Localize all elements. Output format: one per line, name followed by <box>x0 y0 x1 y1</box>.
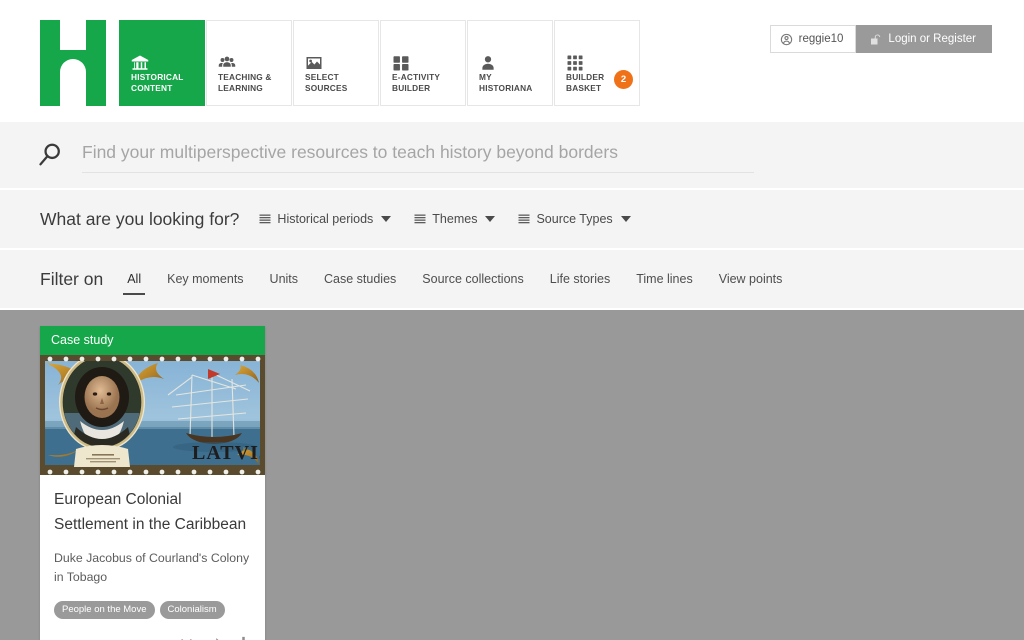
user-circle-icon <box>780 33 793 46</box>
search-icon <box>37 142 63 168</box>
filter-tab-units[interactable]: Units <box>270 272 298 295</box>
card-title: European Colonial Settlement in the Cari… <box>54 491 247 533</box>
user-account-area: reggie10 Login or Register <box>769 25 992 53</box>
login-register-button[interactable]: Login or Register <box>856 25 992 53</box>
nav-tile-label: SELECT SOURCES <box>305 72 348 93</box>
user-icon <box>479 54 497 72</box>
list-icon <box>518 213 530 225</box>
dropdown-label: Themes <box>432 212 478 226</box>
dropdown-themes[interactable]: Themes <box>414 212 496 226</box>
card-subtitle: Duke Jacobus of Courland's Colony in Tob… <box>54 550 250 584</box>
tag-people-on-the-move[interactable]: People on the Move <box>54 600 155 619</box>
image-icon <box>305 54 323 72</box>
filter-tab-life-stories[interactable]: Life stories <box>550 272 610 295</box>
filter-tab-case-studies[interactable]: Case studies <box>324 272 396 295</box>
nav-tile-label: HISTORICAL CONTENT <box>131 72 184 93</box>
nav-tile-select-sources[interactable]: SELECT SOURCES <box>293 20 379 106</box>
card-thumbnail[interactable]: LATVIJA <box>40 355 265 475</box>
nav-tile-my-historiana[interactable]: MY HISTORIANA <box>467 20 553 106</box>
people-group-icon <box>218 54 236 72</box>
dropdown-label: Source Types <box>536 212 613 226</box>
builder-basket-count-badge: 2 <box>614 70 633 89</box>
nav-tile-historical-content[interactable]: HISTORICAL CONTENT <box>119 20 205 106</box>
unlock-icon <box>869 33 881 46</box>
nav-tile-builder-basket[interactable]: BUILDER BASKET 2 <box>554 20 640 106</box>
app-root: HISTORICAL CONTENT TEACHING & LEARNING S… <box>0 0 1024 640</box>
top-navigation-bar: HISTORICAL CONTENT TEACHING & LEARNING S… <box>0 0 1024 120</box>
chevron-down-icon <box>620 216 631 222</box>
search-bar <box>0 120 1024 188</box>
filter-title: Filter on <box>40 268 104 289</box>
filter-bar: Filter on All Key moments Units Case stu… <box>0 248 1024 308</box>
grid-nine-icon <box>566 54 584 72</box>
filter-tab-source-collections[interactable]: Source collections <box>422 272 523 295</box>
chevron-down-icon <box>381 216 392 222</box>
dropdown-source-types[interactable]: Source Types <box>518 212 631 226</box>
nav-tile-label: TEACHING & LEARNING <box>218 72 272 93</box>
filter-tab-key-moments[interactable]: Key moments <box>167 272 243 295</box>
bank-icon <box>131 54 149 72</box>
looking-for-bar: What are you looking for? Historical per… <box>0 188 1024 248</box>
results-grid: Case study LATVI European Colonial Settl… <box>0 308 1024 640</box>
login-register-label: Login or Register <box>888 33 976 45</box>
looking-for-title: What are you looking for? <box>40 208 240 229</box>
filter-tab-time-lines[interactable]: Time lines <box>636 272 693 295</box>
filter-tab-all[interactable]: All <box>123 272 146 295</box>
list-icon <box>414 213 426 225</box>
card-action-bar <box>40 629 265 640</box>
username-pill[interactable]: reggie10 <box>769 25 857 53</box>
nav-tile-label: E-ACTIVITY BUILDER <box>392 72 441 93</box>
card-body: European Colonial Settlement in the Cari… <box>40 475 265 629</box>
nav-tile-eactivity-builder[interactable]: E-ACTIVITY BUILDER <box>380 20 466 106</box>
tag-colonialism[interactable]: Colonialism <box>159 600 225 619</box>
add-icon[interactable] <box>236 635 251 640</box>
grid-four-icon <box>392 54 410 72</box>
share-icon[interactable] <box>207 635 223 640</box>
card-type-label: Case study <box>40 326 265 355</box>
nav-tile-label: MY HISTORIANA <box>479 72 533 93</box>
chevron-down-icon[interactable] <box>179 635 194 640</box>
list-icon <box>259 213 271 225</box>
username-label: reggie10 <box>798 33 844 45</box>
primary-nav: HISTORICAL CONTENT TEACHING & LEARNING S… <box>40 20 641 106</box>
result-card[interactable]: Case study LATVI European Colonial Settl… <box>40 326 265 640</box>
search-input[interactable] <box>82 141 754 173</box>
chevron-down-icon <box>485 216 496 222</box>
dropdown-label: Historical periods <box>277 212 374 226</box>
nav-tile-teaching-learning[interactable]: TEACHING & LEARNING <box>206 20 292 106</box>
filter-tab-view-points[interactable]: View points <box>719 272 783 295</box>
svg-text:LATVIJA: LATVIJA <box>192 442 265 464</box>
historiana-logo[interactable] <box>40 20 106 106</box>
dropdown-historical-periods[interactable]: Historical periods <box>259 212 392 226</box>
card-tags: People on the Move Colonialism <box>54 600 251 619</box>
